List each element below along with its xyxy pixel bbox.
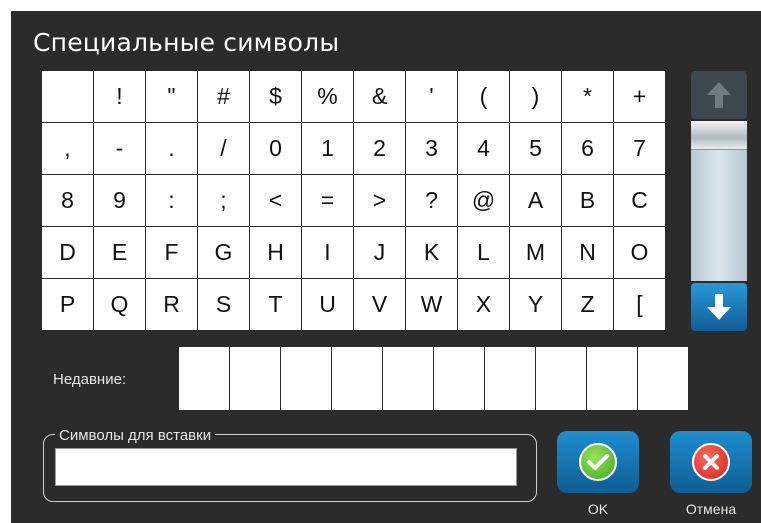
symbol-key[interactable]: @ (458, 175, 509, 226)
recent-symbol-slot[interactable] (383, 347, 433, 410)
recent-symbol-slot[interactable] (485, 347, 535, 410)
symbol-key[interactable]: < (250, 175, 301, 226)
symbol-key[interactable]: R (146, 279, 197, 330)
symbol-key[interactable]: E (94, 227, 145, 278)
symbol-key[interactable]: 8 (42, 175, 93, 226)
symbol-key[interactable]: ? (406, 175, 457, 226)
symbol-key[interactable]: 7 (614, 123, 665, 174)
symbol-key[interactable]: / (198, 123, 249, 174)
symbol-key[interactable]: A (510, 175, 561, 226)
symbol-key[interactable]: B (562, 175, 613, 226)
symbol-key[interactable]: L (458, 227, 509, 278)
symbol-key[interactable]: 0 (250, 123, 301, 174)
close-icon (692, 443, 730, 481)
recent-symbols-row (179, 347, 688, 410)
scroll-track[interactable] (691, 121, 747, 281)
symbol-key[interactable]: G (198, 227, 249, 278)
symbol-key[interactable]: 2 (354, 123, 405, 174)
symbol-grid: ! " # $% & '() * +, -./0 1 2 3 4 5 6 7 8 9:; < = >? @ A B C D E F G H… (42, 71, 665, 330)
symbol-key[interactable]: ) (510, 71, 561, 122)
symbol-key[interactable]: ! (94, 71, 145, 122)
recent-symbol-slot[interactable] (536, 347, 586, 410)
recent-label: Недавние: (53, 371, 127, 388)
paste-label: Символы для вставки (55, 427, 216, 444)
symbol-key[interactable]: Z (562, 279, 613, 330)
symbol-key[interactable]: P (42, 279, 93, 330)
symbol-key[interactable]: % (302, 71, 353, 122)
symbol-key[interactable]: M (510, 227, 561, 278)
symbol-key[interactable]: , (42, 123, 93, 174)
symbol-key[interactable]: ( (458, 71, 509, 122)
recent-symbol-slot[interactable] (638, 347, 688, 410)
symbol-key[interactable]: O (614, 227, 665, 278)
symbol-key[interactable]: ' (406, 71, 457, 122)
symbol-key[interactable]: 1 (302, 123, 353, 174)
ok-button[interactable] (557, 431, 639, 493)
arrow-up-icon (707, 82, 731, 108)
recent-symbol-slot[interactable] (179, 347, 229, 410)
recent-symbol-slot[interactable] (281, 347, 331, 410)
symbol-key[interactable]: + (614, 71, 665, 122)
symbol-key[interactable]: U (302, 279, 353, 330)
symbol-key[interactable]: = (302, 175, 353, 226)
scroll-thumb[interactable] (691, 121, 747, 150)
symbol-key[interactable]: ; (198, 175, 249, 226)
symbol-key[interactable]: H (250, 227, 301, 278)
symbol-key[interactable]: > (354, 175, 405, 226)
symbol-key[interactable]: 5 (510, 123, 561, 174)
symbol-key[interactable]: [ (614, 279, 665, 330)
special-symbols-dialog: Специальные символы ! " # $% & '() * +, -./0 1 2 3 4… (11, 11, 761, 523)
symbol-key[interactable]: Y (510, 279, 561, 330)
arrow-down-icon (707, 294, 731, 320)
symbol-key[interactable]: Q (94, 279, 145, 330)
symbol-key[interactable]: : (146, 175, 197, 226)
dialog-title: Специальные символы (33, 28, 340, 57)
symbol-key[interactable]: - (94, 123, 145, 174)
symbol-key[interactable]: 4 (458, 123, 509, 174)
symbol-key[interactable]: # (198, 71, 249, 122)
symbol-key[interactable]: F (146, 227, 197, 278)
recent-symbol-slot[interactable] (587, 347, 637, 410)
recent-symbol-slot[interactable] (434, 347, 484, 410)
scroll-up-button[interactable] (691, 71, 747, 119)
symbol-key[interactable]: * (562, 71, 613, 122)
symbol-key[interactable]: T (250, 279, 301, 330)
symbol-key[interactable] (42, 71, 93, 122)
ok-label: OK (587, 501, 609, 517)
symbol-key[interactable]: J (354, 227, 405, 278)
recent-symbol-slot[interactable] (332, 347, 382, 410)
symbol-key[interactable]: I (302, 227, 353, 278)
symbol-key[interactable]: 6 (562, 123, 613, 174)
recent-symbol-slot[interactable] (230, 347, 280, 410)
symbol-key[interactable]: 9 (94, 175, 145, 226)
symbol-key[interactable]: V (354, 279, 405, 330)
symbol-key[interactable]: . (146, 123, 197, 174)
symbol-key[interactable]: W (406, 279, 457, 330)
symbol-key[interactable]: S (198, 279, 249, 330)
symbol-key[interactable]: & (354, 71, 405, 122)
checkmark-icon (579, 443, 617, 481)
symbol-key[interactable]: X (458, 279, 509, 330)
symbol-key[interactable]: 3 (406, 123, 457, 174)
symbol-key[interactable]: K (406, 227, 457, 278)
scroll-down-button[interactable] (691, 283, 747, 331)
cancel-label: Отмена (685, 501, 737, 517)
symbol-key[interactable]: C (614, 175, 665, 226)
cancel-button[interactable] (670, 431, 752, 493)
scrollbar[interactable] (691, 71, 747, 331)
symbol-key[interactable]: N (562, 227, 613, 278)
symbol-key[interactable]: $ (250, 71, 301, 122)
paste-symbols-input[interactable] (55, 448, 517, 486)
symbol-key[interactable]: " (146, 71, 197, 122)
symbol-key[interactable]: D (42, 227, 93, 278)
